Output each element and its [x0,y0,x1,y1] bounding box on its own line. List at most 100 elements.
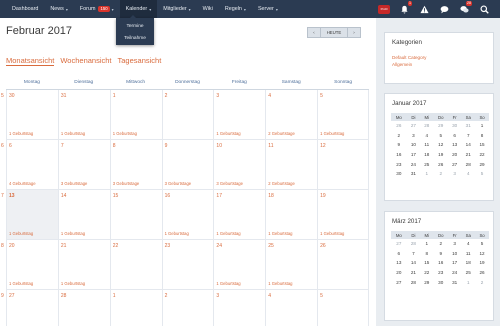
mini-calendar-day[interactable]: 10 [407,140,420,150]
mini-calendar-day[interactable]: 19 [475,258,489,268]
nav-forum[interactable]: Forum 150 ▾ [74,0,120,18]
messages-button[interactable]: 28 [454,0,474,18]
mini-calendar-day[interactable]: 3 [448,169,461,179]
mini-calendar-day[interactable]: 27 [407,121,420,131]
calendar-day[interactable]: 1 [109,290,162,326]
mini-calendar-day[interactable]: 28 [407,239,420,249]
calendar-day[interactable]: 16 1 Geburtstag [161,190,214,239]
mini-calendar-day[interactable]: 17 [448,258,461,268]
calendar-day[interactable]: 3 [213,290,265,326]
mini-calendar-day[interactable]: 25 [461,268,475,278]
tab-month-view[interactable]: Monatsansicht [6,56,55,66]
mini-calendar-day[interactable]: 11 [461,249,475,259]
calendar-day[interactable]: 31 1 Geburtstag [57,90,110,139]
mini-calendar-day[interactable]: 6 [448,131,461,141]
calendar-day[interactable]: 2 [161,290,214,326]
mini-calendar-day[interactable]: 7 [407,249,420,259]
category-link[interactable]: Allgemein [385,61,493,68]
mini-calendar-day[interactable]: 5 [475,169,489,179]
event-link[interactable]: 1 Geburtstag [9,231,33,236]
mini-calendar-day[interactable]: 4 [420,131,433,141]
mini-calendar-day[interactable]: 2 [434,239,448,249]
category-link[interactable]: Default Category [385,54,493,61]
mini-calendar-day[interactable]: 24 [448,268,461,278]
mini-calendar-day[interactable]: 20 [448,150,461,160]
event-link[interactable]: 1 Geburtstag [9,131,33,136]
calendar-day[interactable]: 18 1 Geburtstag [265,190,317,239]
mini-calendar-day[interactable]: 6 [391,249,407,259]
mini-calendar-day[interactable]: 1 [475,121,489,131]
calendar-day[interactable]: 26 [317,240,369,289]
mini-calendar-day[interactable]: 7 [461,131,475,141]
calendar-day[interactable]: 6 4 Geburtstage [6,140,58,189]
mini-calendar-day[interactable]: 29 [475,159,489,169]
mini-calendar-day[interactable]: 29 [420,277,433,287]
mini-calendar-day[interactable]: 22 [420,268,433,278]
calendar-day[interactable]: 11 2 Geburtstage [265,140,317,189]
event-link[interactable]: 1 Geburtstag [216,131,240,136]
calendar-day[interactable]: 14 1 Geburtstag [57,190,110,239]
calendar-day[interactable]: 9 3 Geburtstage [161,140,214,189]
week-number[interactable]: 6 [1,143,4,149]
calendar-day[interactable]: 27 [6,290,58,326]
week-number[interactable]: 5 [1,93,4,99]
calendar-day[interactable]: 2 [161,90,214,139]
event-link[interactable]: 3 Geburtstage [165,181,192,186]
week-number[interactable]: 9 [1,293,4,299]
mini-calendar-day[interactable]: 9 [391,140,407,150]
today-button[interactable]: HEUTE [321,27,347,38]
mini-calendar-day[interactable]: 31 [448,277,461,287]
mini-calendar-day[interactable]: 14 [407,258,420,268]
mini-calendar-day[interactable]: 30 [448,121,461,131]
calendar-day[interactable]: 4 [265,290,317,326]
mini-calendar-day[interactable]: 23 [434,268,448,278]
mini-calendar-day[interactable]: 30 [391,169,407,179]
mini-calendar-day[interactable]: 27 [391,277,407,287]
mini-calendar-day[interactable]: 13 [448,140,461,150]
calendar-day[interactable]: 23 [161,240,214,289]
mini-calendar-day[interactable]: 29 [434,121,448,131]
mini-calendar-day[interactable]: 12 [434,140,448,150]
search-button[interactable] [474,0,494,18]
conversations-button[interactable] [434,0,454,18]
event-link[interactable]: 3 Geburtstage [61,181,88,186]
mini-calendar-day[interactable]: 2 [391,131,407,141]
mini-calendar-day[interactable]: 5 [475,239,489,249]
user-menu[interactable]: Profil [374,0,394,18]
menu-item-teilnahme[interactable]: Teilnahme [116,32,154,44]
mini-calendar-day[interactable]: 11 [420,140,433,150]
calendar-day[interactable]: 15 [109,190,162,239]
mini-calendar-day[interactable]: 16 [391,150,407,160]
mini-calendar-day[interactable]: 1 [420,239,433,249]
nav-regeln[interactable]: Regeln ▾ [219,0,252,18]
event-link[interactable]: 1 Geburtstag [320,231,344,236]
mini-calendar-day[interactable]: 1 [420,169,433,179]
mini-calendar-day[interactable]: 2 [434,169,448,179]
mini-calendar-day[interactable]: 26 [434,159,448,169]
event-link[interactable]: 1 Geburtstag [268,231,292,236]
calendar-day[interactable]: 12 [317,140,369,189]
tab-week-view[interactable]: Wochenansicht [60,56,111,66]
nav-kalender[interactable]: Kalender ▾ [119,0,158,18]
mini-calendar-day[interactable]: 18 [420,150,433,160]
mini-calendar-day[interactable]: 22 [475,150,489,160]
calendar-day[interactable]: 4 2 Geburtstage [265,90,317,139]
mini-calendar-day[interactable]: 5 [434,131,448,141]
calendar-day[interactable]: 17 1 Geburtstag [213,190,265,239]
event-link[interactable]: 2 Geburtstage [268,131,295,136]
mini-calendar-day[interactable]: 10 [448,249,461,259]
mini-calendar-day[interactable]: 3 [407,131,420,141]
calendar-day[interactable]: 28 [57,290,110,326]
calendar-day[interactable]: 24 1 Geburtstag [213,240,265,289]
nav-news[interactable]: News ▾ [44,0,74,18]
mini-calendar-day[interactable]: 27 [391,239,407,249]
mini-calendar-day[interactable]: 15 [475,140,489,150]
mini-calendar-day[interactable]: 4 [461,169,475,179]
calendar-day[interactable]: 21 1 Geburtstag [57,240,110,289]
event-link[interactable]: 1 Geburtstag [61,131,85,136]
mini-calendar-day[interactable]: 28 [407,277,420,287]
tab-day-view[interactable]: Tagesansicht [118,56,162,66]
mini-calendar-day[interactable]: 13 [391,258,407,268]
event-link[interactable]: 2 Geburtstage [268,181,295,186]
event-link[interactable]: 4 Geburtstage [9,181,36,186]
